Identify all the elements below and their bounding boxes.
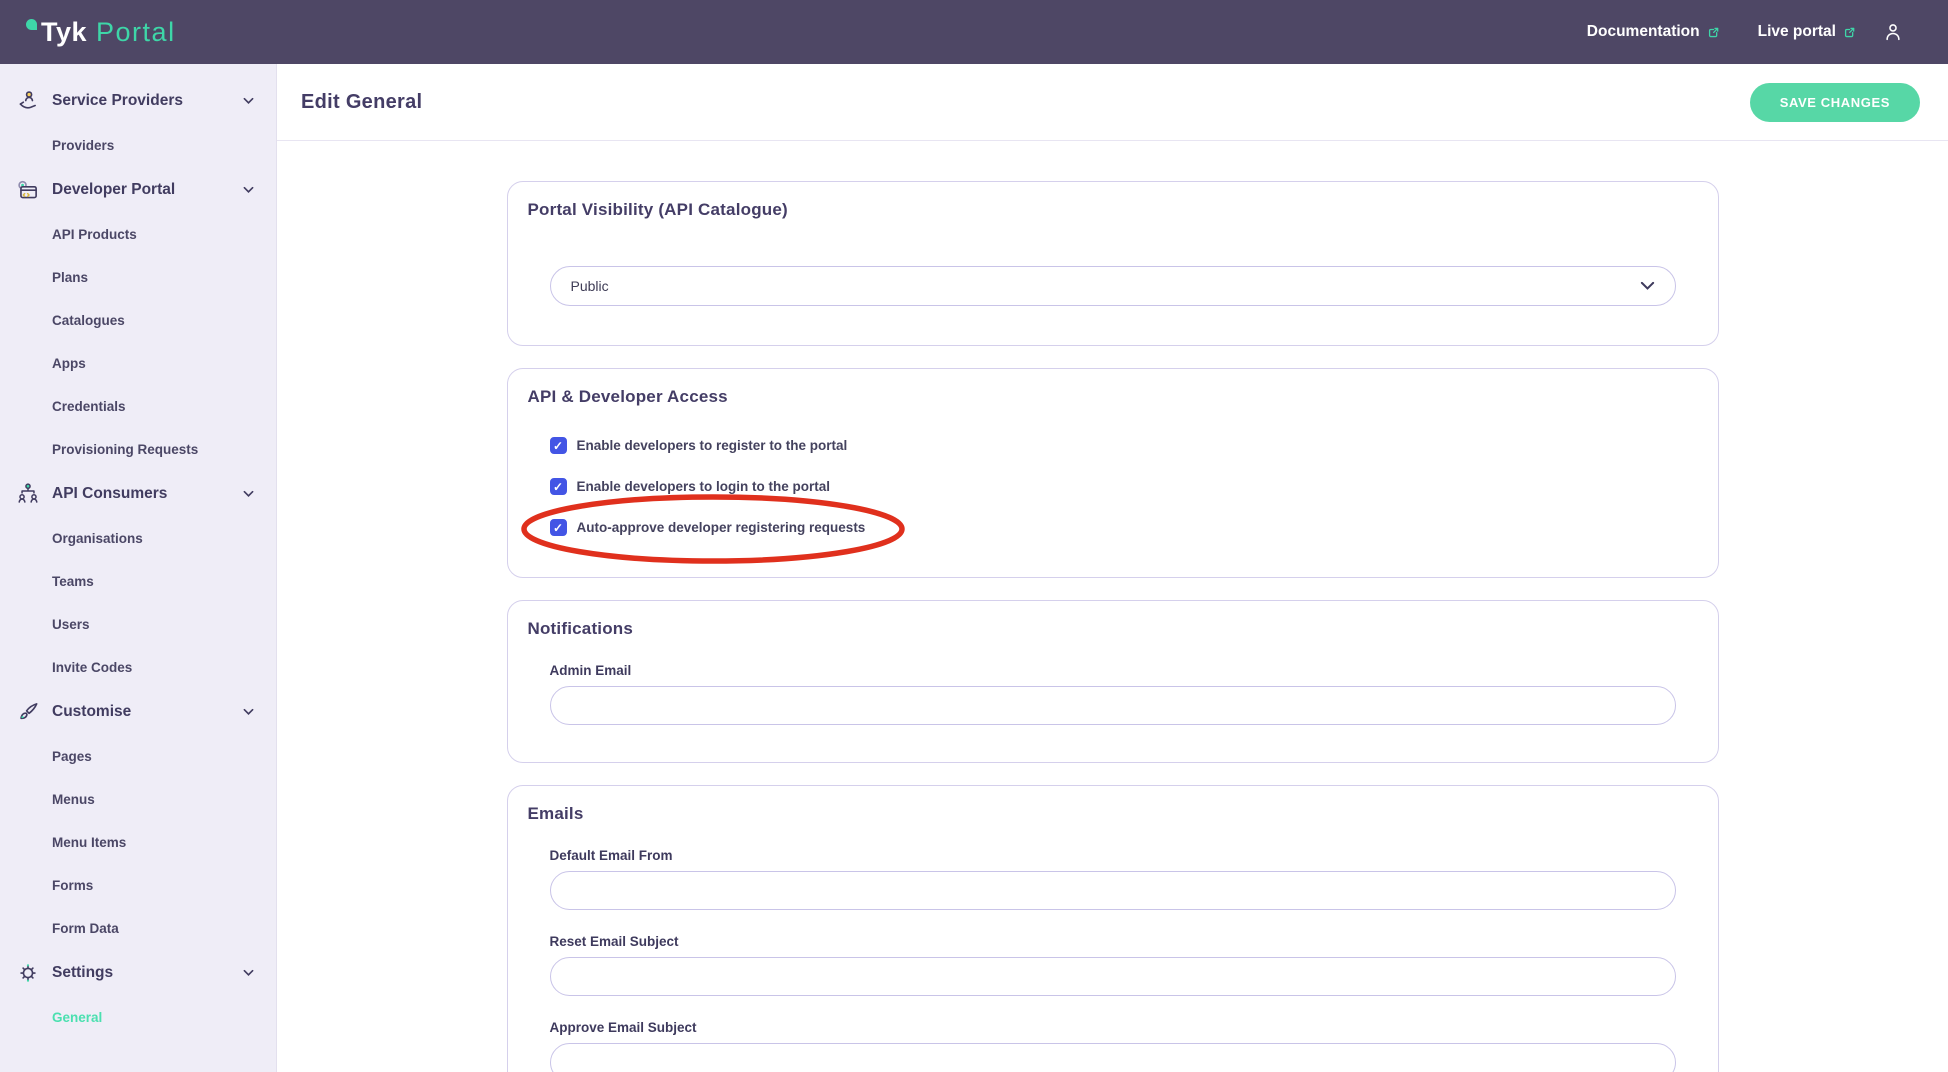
sidebar-item-forms[interactable]: Forms bbox=[0, 864, 276, 907]
sidebar-section-service-providers[interactable]: Service Providers bbox=[0, 78, 276, 124]
api-consumers-icon bbox=[14, 481, 42, 507]
documentation-link[interactable]: Documentation bbox=[1587, 23, 1720, 41]
checkbox-register[interactable] bbox=[550, 437, 567, 454]
sidebar-item-plans[interactable]: Plans bbox=[0, 256, 276, 299]
field-label-approve-email-subject: Approve Email Subject bbox=[550, 1020, 1676, 1035]
page-header: Edit General SAVE CHANGES bbox=[277, 64, 1948, 141]
checkbox-label: Enable developers to register to the por… bbox=[577, 438, 848, 453]
sidebar-item-catalogues[interactable]: Catalogues bbox=[0, 299, 276, 342]
reset-email-subject-input[interactable] bbox=[550, 957, 1676, 996]
sidebar-item-pages[interactable]: Pages bbox=[0, 735, 276, 778]
sidebar: Service Providers Providers Developer bbox=[0, 64, 277, 1072]
external-link-icon bbox=[1843, 26, 1856, 39]
field-label-admin-email: Admin Email bbox=[550, 663, 1676, 678]
sidebar-item-provisioning-requests[interactable]: Provisioning Requests bbox=[0, 428, 276, 471]
chevron-down-icon[interactable] bbox=[243, 969, 254, 977]
default-email-from-input[interactable] bbox=[550, 871, 1676, 910]
card-title: Notifications bbox=[528, 619, 1698, 639]
card-title: API & Developer Access bbox=[528, 387, 1698, 407]
portal-visibility-select[interactable]: Public bbox=[550, 266, 1676, 306]
checkbox-auto-approve[interactable] bbox=[550, 519, 567, 536]
service-providers-icon bbox=[14, 88, 42, 114]
notifications-card: Notifications Admin Email bbox=[507, 600, 1719, 763]
sidebar-section-customise[interactable]: Customise bbox=[0, 689, 276, 735]
sidebar-item-apps[interactable]: Apps bbox=[0, 342, 276, 385]
checkbox-row-register[interactable]: Enable developers to register to the por… bbox=[550, 437, 848, 454]
field-label-reset-email-subject: Reset Email Subject bbox=[550, 934, 1676, 949]
sidebar-section-label: Service Providers bbox=[52, 92, 183, 110]
sidebar-section-label: API Consumers bbox=[52, 485, 167, 503]
checkbox-row-login[interactable]: Enable developers to login to the portal bbox=[550, 478, 831, 495]
logo-brand: Tyk bbox=[41, 17, 87, 48]
sidebar-section-label: Developer Portal bbox=[52, 181, 175, 199]
chevron-down-icon bbox=[1640, 281, 1655, 291]
checkbox-login[interactable] bbox=[550, 478, 567, 495]
card-title: Emails bbox=[528, 804, 1698, 824]
chevron-down-icon[interactable] bbox=[243, 490, 254, 498]
live-portal-link-label: Live portal bbox=[1758, 23, 1836, 41]
settings-icon bbox=[14, 960, 42, 986]
api-developer-access-card: API & Developer Access Enable developers… bbox=[507, 368, 1719, 578]
app-window: Tyk Portal Documentation Live portal bbox=[0, 0, 1948, 1072]
sidebar-item-users[interactable]: Users bbox=[0, 603, 276, 646]
documentation-link-label: Documentation bbox=[1587, 23, 1700, 41]
live-portal-link[interactable]: Live portal bbox=[1758, 23, 1856, 41]
sidebar-item-credentials[interactable]: Credentials bbox=[0, 385, 276, 428]
sidebar-item-organisations[interactable]: Organisations bbox=[0, 517, 276, 560]
sidebar-item-teams[interactable]: Teams bbox=[0, 560, 276, 603]
sidebar-item-menus[interactable]: Menus bbox=[0, 778, 276, 821]
sidebar-item-menu-items[interactable]: Menu Items bbox=[0, 821, 276, 864]
logo-product: Portal bbox=[96, 17, 176, 48]
chevron-down-icon[interactable] bbox=[243, 708, 254, 716]
sidebar-section-api-consumers[interactable]: API Consumers bbox=[0, 471, 276, 517]
sidebar-section-label: Customise bbox=[52, 703, 131, 721]
topbar-nav: Documentation Live portal bbox=[1587, 21, 1904, 43]
customise-icon bbox=[14, 699, 42, 725]
tyk-portal-logo[interactable]: Tyk Portal bbox=[26, 17, 176, 48]
sidebar-item-form-data[interactable]: Form Data bbox=[0, 907, 276, 950]
user-icon bbox=[1882, 21, 1904, 43]
sidebar-section-label: Settings bbox=[52, 964, 113, 982]
sidebar-section-settings[interactable]: Settings bbox=[0, 950, 276, 996]
approve-email-subject-input[interactable] bbox=[550, 1043, 1676, 1072]
save-changes-button[interactable]: SAVE CHANGES bbox=[1750, 83, 1920, 122]
main-content: Edit General SAVE CHANGES Portal Visibil… bbox=[277, 64, 1948, 1072]
chevron-down-icon[interactable] bbox=[243, 186, 254, 194]
emails-card: Emails Default Email From Reset Email Su… bbox=[507, 785, 1719, 1072]
sidebar-item-api-products[interactable]: API Products bbox=[0, 213, 276, 256]
sidebar-item-providers[interactable]: Providers bbox=[0, 124, 276, 167]
chevron-down-icon[interactable] bbox=[243, 97, 254, 105]
sidebar-item-general[interactable]: General bbox=[0, 996, 276, 1039]
card-title: Portal Visibility (API Catalogue) bbox=[528, 200, 1698, 220]
sidebar-item-invite-codes[interactable]: Invite Codes bbox=[0, 646, 276, 689]
field-label-default-email-from: Default Email From bbox=[550, 848, 1676, 863]
portal-visibility-selected-value: Public bbox=[571, 278, 609, 294]
checkbox-label: Enable developers to login to the portal bbox=[577, 479, 831, 494]
admin-email-input[interactable] bbox=[550, 686, 1676, 725]
external-link-icon bbox=[1707, 26, 1720, 39]
page-title: Edit General bbox=[301, 91, 422, 114]
settings-form: Portal Visibility (API Catalogue) Public… bbox=[277, 141, 1948, 1072]
checkbox-label: Auto-approve developer registering reque… bbox=[577, 520, 866, 535]
user-menu-button[interactable] bbox=[1882, 21, 1904, 43]
portal-visibility-card: Portal Visibility (API Catalogue) Public bbox=[507, 181, 1719, 346]
checkbox-row-auto-approve[interactable]: Auto-approve developer registering reque… bbox=[550, 519, 866, 536]
topbar: Tyk Portal Documentation Live portal bbox=[0, 0, 1948, 64]
developer-portal-icon bbox=[14, 177, 42, 203]
sidebar-section-developer-portal[interactable]: Developer Portal bbox=[0, 167, 276, 213]
tyk-leaf-icon bbox=[26, 19, 37, 30]
